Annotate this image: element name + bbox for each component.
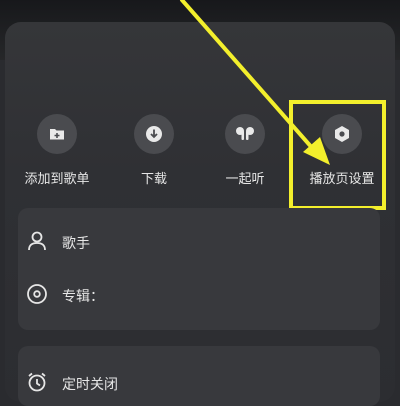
singer-icon — [26, 230, 48, 256]
listen-together-button[interactable]: 一起听 — [200, 114, 290, 187]
album-row[interactable]: 专辑： — [26, 283, 112, 309]
alarm-clock-icon — [26, 371, 48, 397]
download-button[interactable]: 下载 — [109, 114, 199, 187]
singer-row[interactable]: 歌手 — [26, 230, 98, 256]
album-label: 专辑： — [62, 289, 104, 305]
add-to-playlist-button[interactable]: 添加到歌单 — [12, 114, 102, 187]
singer-label: 歌手 — [62, 236, 90, 252]
add-to-playlist-label: 添加到歌单 — [24, 172, 90, 187]
download-label: 下载 — [140, 172, 167, 187]
annotation-highlight-box — [289, 100, 386, 210]
song-info-card — [18, 208, 380, 330]
sleep-timer-row[interactable]: 定时关闭 — [26, 371, 118, 397]
sleep-timer-label: 定时关闭 — [62, 377, 118, 393]
album-disc-icon — [26, 283, 48, 309]
add-to-playlist-icon — [37, 114, 77, 154]
listen-together-label: 一起听 — [225, 172, 265, 187]
earbuds-icon — [225, 114, 265, 154]
download-icon — [134, 114, 174, 154]
